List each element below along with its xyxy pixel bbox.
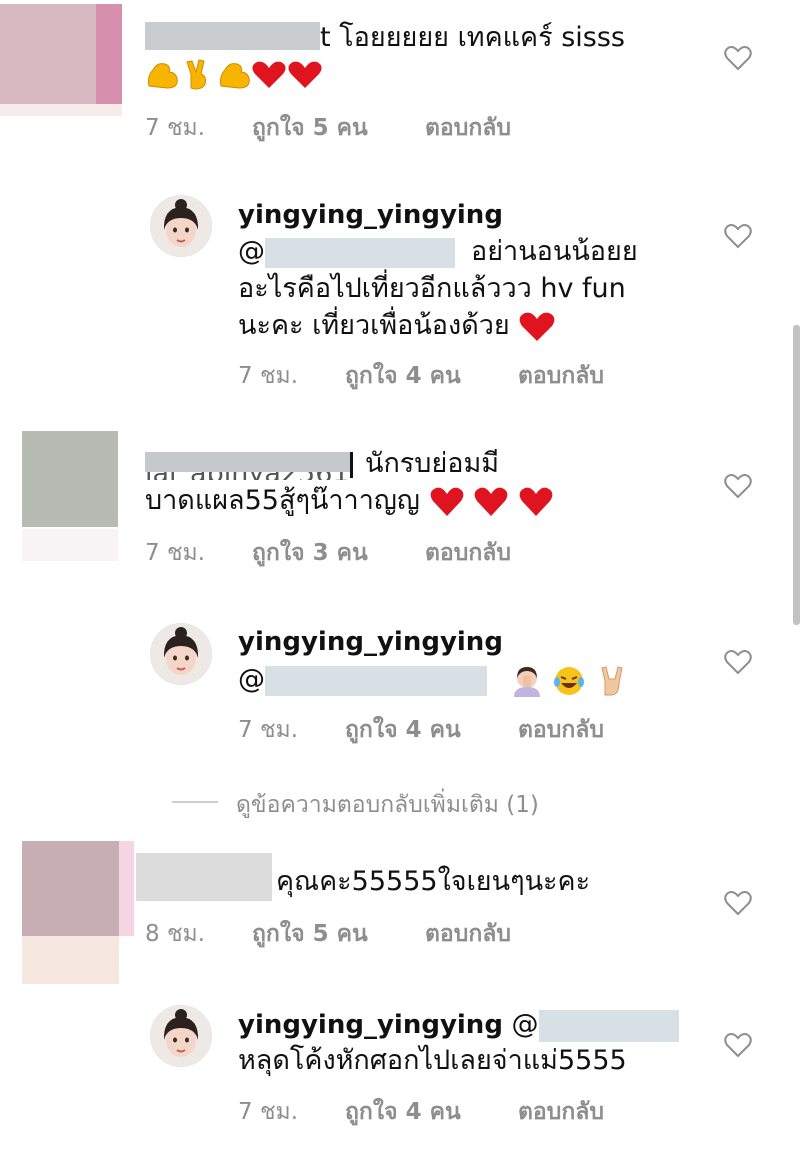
divider — [172, 801, 218, 803]
reply-username[interactable]: yingying_yingying — [238, 198, 503, 233]
red-heart-icon — [519, 487, 553, 516]
emoji-row — [145, 58, 335, 92]
avatar[interactable] — [22, 841, 134, 984]
comment-meta: 7 ชม. ถูกใจ 5 คน ตอบกลับ — [145, 110, 565, 141]
reply-button[interactable]: ตอบกลับ — [518, 712, 604, 748]
person-facepalming-icon — [513, 666, 540, 697]
reply-line-2: หลุดโค้งหักศอกไปเลยจ่าแม่5555 — [238, 1045, 627, 1076]
like-heart-icon[interactable] — [724, 223, 752, 249]
likes-count[interactable]: ถูกใจ 3 คน — [252, 535, 368, 571]
like-heart-icon[interactable] — [724, 473, 752, 499]
avatar[interactable] — [150, 195, 212, 257]
reply-button[interactable]: ตอบกลับ — [425, 916, 511, 952]
like-heart-icon[interactable] — [724, 890, 752, 916]
flexed-biceps-icon — [148, 63, 178, 89]
comment-meta: 7 ชม. ถูกใจ 3 คน ตอบกลับ — [145, 535, 565, 566]
mention-prefix: @ — [511, 1009, 539, 1040]
red-heart-icon — [519, 312, 555, 341]
avatar[interactable] — [150, 1005, 212, 1067]
likes-count[interactable]: ถูกใจ 5 คน — [252, 110, 368, 146]
avatar[interactable] — [150, 623, 212, 685]
likes-count[interactable]: ถูกใจ 4 คน — [345, 1094, 461, 1130]
comment-meta: 7 ชม. ถูกใจ 4 คน ตอบกลับ — [238, 1094, 658, 1125]
comment-text: t โอยยยยย เทคแคร์ sisss — [320, 22, 625, 53]
timestamp: 7 ชม. — [238, 363, 299, 389]
comment-text: นักรบย่อมมี — [365, 448, 500, 479]
reply-line-1: @ อย่านอนน้อยย — [238, 234, 638, 269]
victory-hand-icon — [186, 59, 206, 90]
reply-line-1: @ — [238, 662, 629, 697]
red-heart-icon — [430, 487, 463, 516]
redacted-username — [145, 22, 320, 50]
reply-button[interactable]: ตอบกลับ — [518, 358, 604, 394]
view-more-replies-button[interactable]: ดูข้อความตอบกลับเพิ่มเติม (1) — [236, 787, 539, 823]
timestamp: 7 ชม. — [238, 1099, 299, 1125]
reply-button[interactable]: ตอบกลับ — [425, 110, 511, 146]
red-heart-icon — [252, 61, 286, 88]
redacted-mention[interactable] — [265, 665, 487, 696]
reply-username[interactable]: yingying_yingying — [238, 1010, 503, 1040]
flexed-biceps-icon — [220, 63, 250, 89]
mention-prefix: @ — [238, 664, 265, 695]
sign-of-the-horns-icon — [601, 665, 623, 695]
reply-line-2: อะไรคือไปเที่ยวอีกแล้ววว hv fun — [238, 273, 626, 304]
red-heart-icon — [288, 61, 322, 88]
like-heart-icon[interactable] — [724, 45, 752, 71]
comment-meta: 7 ชม. ถูกใจ 4 คน ตอบกลับ — [238, 712, 658, 743]
red-heart-icon — [474, 487, 508, 516]
comment-text: คุณคะ55555ใจเยนๆนะคะ — [276, 866, 591, 897]
comment-line-1: jai_apinya2561 นักรบย่อมมี — [145, 446, 499, 481]
comment-line-2: บาดแผล55สู้ๆน๊าาาญญ — [145, 483, 554, 518]
timestamp: 7 ชม. — [145, 540, 206, 566]
comment-meta: 7 ชม. ถูกใจ 4 คน ตอบกลับ — [238, 358, 658, 389]
scrollbar[interactable] — [793, 325, 800, 625]
likes-count[interactable]: ถูกใจ 4 คน — [345, 358, 461, 394]
reply-line-3: นะคะ เที่ยวเพื่อน้องด้วย — [238, 308, 556, 343]
redacted-mention[interactable] — [265, 237, 455, 268]
comment-meta: 8 ชม. ถูกใจ 5 คน ตอบกลับ — [145, 916, 565, 947]
avatar[interactable] — [22, 431, 118, 561]
like-heart-icon[interactable] — [724, 649, 752, 675]
reply-button[interactable]: ตอบกลับ — [425, 535, 511, 571]
timestamp: 7 ชม. — [238, 717, 299, 743]
reply-line-1: yingying_yingying @ — [238, 1007, 679, 1043]
reply-username[interactable]: yingying_yingying — [238, 625, 503, 660]
redacted-mention[interactable] — [538, 1009, 679, 1042]
likes-count[interactable]: ถูกใจ 5 คน — [252, 916, 368, 952]
avatar[interactable] — [0, 4, 122, 116]
reply-button[interactable]: ตอบกลับ — [518, 1094, 604, 1130]
redacted-username — [136, 853, 272, 901]
laughing-tears-icon — [554, 666, 585, 695]
mention-prefix: @ — [238, 236, 265, 267]
timestamp: 7 ชม. — [145, 115, 206, 141]
likes-count[interactable]: ถูกใจ 4 คน — [345, 712, 461, 748]
like-heart-icon[interactable] — [724, 1032, 752, 1058]
reply-text: อย่านอนน้อยย — [471, 236, 638, 267]
timestamp: 8 ชม. — [145, 921, 206, 947]
